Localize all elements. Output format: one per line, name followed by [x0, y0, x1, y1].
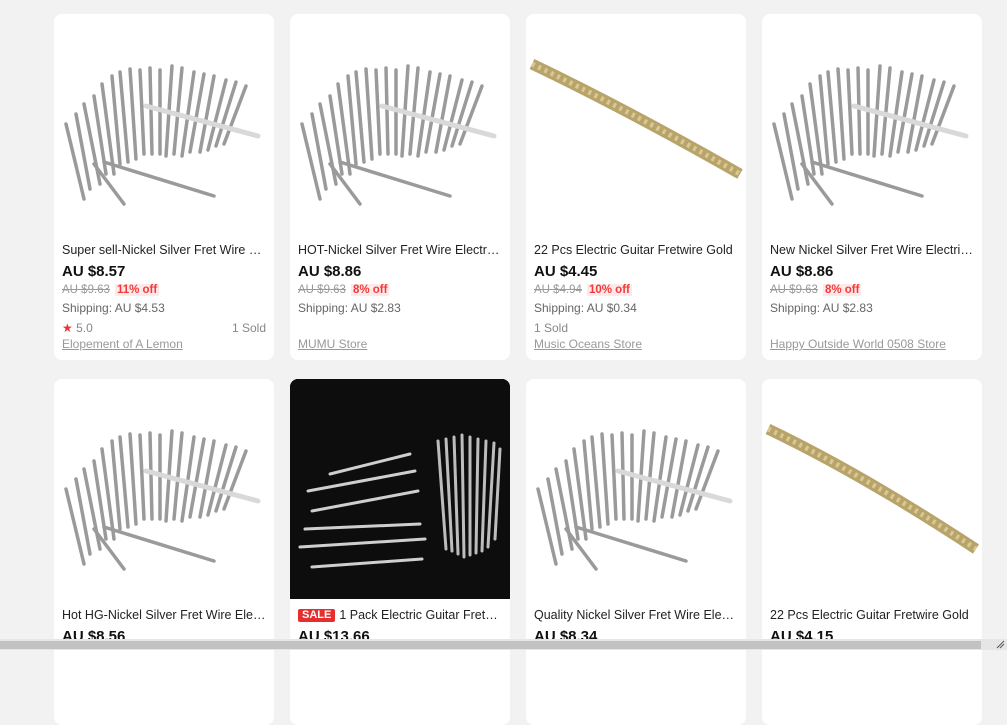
- product-card[interactable]: Hot HG-Nickel Silver Fret Wire Electric …: [54, 379, 274, 725]
- product-price: AU $4.45: [534, 263, 738, 281]
- gold-fret-wire-icon[interactable]: [526, 14, 746, 234]
- sold-count: 1 Sold: [232, 320, 266, 336]
- silver-fret-wires-icon[interactable]: [762, 14, 982, 234]
- product-title[interactable]: Hot HG-Nickel Silver Fret Wire Electric …: [62, 607, 266, 623]
- original-price: AU $4.94: [534, 284, 582, 296]
- silver-fret-wires-icon[interactable]: [54, 379, 274, 599]
- original-price: AU $9.63: [62, 284, 110, 296]
- discount-badge: 10% off: [587, 284, 632, 296]
- black-bg-fret-wires-icon[interactable]: [290, 379, 510, 599]
- product-title[interactable]: Super sell-Nickel Silver Fret Wire Elect…: [62, 242, 266, 258]
- product-title[interactable]: HOT-Nickel Silver Fret Wire Electric Gui…: [298, 242, 502, 258]
- gold-fret-wire-icon[interactable]: [762, 379, 982, 599]
- product-price: AU $8.86: [298, 263, 502, 281]
- shipping-cost: Shipping: AU $4.53: [62, 300, 266, 316]
- product-card[interactable]: New Nickel Silver Fret Wire Electric Gui…: [762, 14, 982, 360]
- product-title-text[interactable]: 1 Pack Electric Guitar Fretwire: [339, 608, 502, 622]
- original-price: AU $9.63: [770, 284, 818, 296]
- discount-badge: 8% off: [823, 284, 862, 296]
- rating-value: 5.0: [76, 321, 93, 335]
- store-link[interactable]: Happy Outside World 0508 Store: [770, 336, 974, 352]
- store-link[interactable]: Elopement of A Lemon: [62, 336, 266, 352]
- sale-badge: SALE: [298, 609, 335, 622]
- product-card[interactable]: 22 Pcs Electric Guitar Fretwire Gold AU …: [762, 379, 982, 725]
- shipping-cost: Shipping: AU $0.34: [534, 300, 738, 316]
- discount-badge: 11% off: [115, 284, 159, 296]
- shipping-cost: Shipping: AU $2.83: [770, 300, 974, 316]
- store-link[interactable]: MUMU Store: [298, 336, 502, 352]
- silver-fret-wires-icon[interactable]: [526, 379, 746, 599]
- resize-grip-icon[interactable]: [995, 639, 1005, 649]
- star-icon: ★: [62, 321, 73, 335]
- product-card[interactable]: HOT-Nickel Silver Fret Wire Electric Gui…: [290, 14, 510, 360]
- original-price: AU $9.63: [298, 284, 346, 296]
- product-title[interactable]: New Nickel Silver Fret Wire Electric Gui…: [770, 242, 974, 258]
- horizontal-scrollbar[interactable]: [0, 639, 1007, 650]
- sold-count: 1 Sold: [534, 321, 568, 335]
- shipping-cost: Shipping: AU $2.83: [298, 300, 502, 316]
- product-card[interactable]: SALE1 Pack Electric Guitar Fretwire AU $…: [290, 379, 510, 725]
- product-title[interactable]: SALE 1 Pack Electric Guitar Fretwire: [298, 607, 502, 623]
- product-title[interactable]: 22 Pcs Electric Guitar Fretwire Gold: [770, 607, 974, 623]
- product-title[interactable]: Quality Nickel Silver Fret Wire Electric…: [534, 607, 738, 623]
- silver-fret-wires-icon[interactable]: [290, 14, 510, 234]
- product-card[interactable]: Super sell-Nickel Silver Fret Wire Elect…: [54, 14, 274, 360]
- discount-badge: 8% off: [351, 284, 390, 296]
- product-card[interactable]: 22 Pcs Electric Guitar Fretwire Gold AU …: [526, 14, 746, 360]
- product-card[interactable]: Quality Nickel Silver Fret Wire Electric…: [526, 379, 746, 725]
- product-title[interactable]: 22 Pcs Electric Guitar Fretwire Gold: [534, 242, 738, 258]
- product-grid: Super sell-Nickel Silver Fret Wire Elect…: [54, 14, 982, 725]
- scrollbar-thumb[interactable]: [0, 641, 981, 649]
- silver-fret-wires-icon[interactable]: [54, 14, 274, 234]
- product-price: AU $8.86: [770, 263, 974, 281]
- store-link[interactable]: Music Oceans Store: [534, 336, 738, 352]
- product-price: AU $8.57: [62, 263, 266, 281]
